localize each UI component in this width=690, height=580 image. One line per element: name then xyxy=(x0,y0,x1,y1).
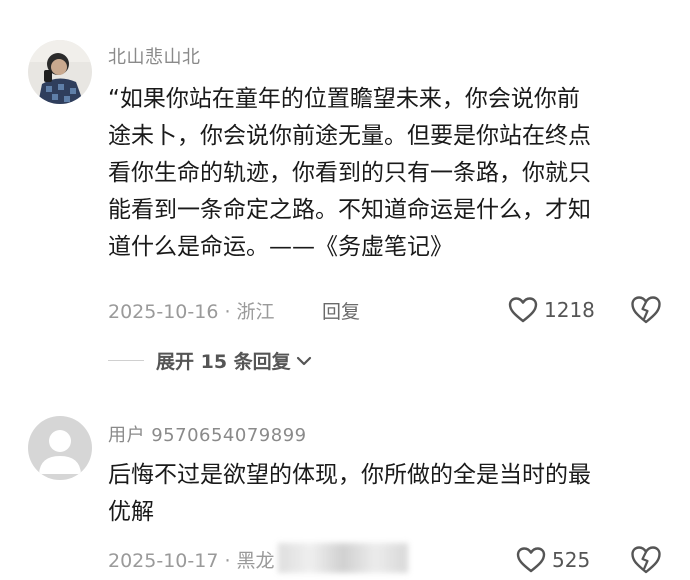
heart-outline-icon xyxy=(508,297,538,323)
user-avatar-icon xyxy=(28,40,92,104)
comment-line: 能看到一条命定之路。不知道命运是什么，才知 xyxy=(108,197,591,223)
username[interactable]: 用户 9570654079899 xyxy=(108,421,307,447)
divider xyxy=(108,360,144,361)
comment-line: 优解 xyxy=(108,499,154,525)
dislike-button[interactable] xyxy=(630,295,662,329)
comment-text: “如果你站在童年的位置瞻望未来，你会说你前 途未卜，你会说你前途无量。但要是你站… xyxy=(108,81,668,266)
like-button[interactable]: 525 xyxy=(516,546,590,574)
broken-heart-icon xyxy=(631,296,661,324)
comment-line: 途未卜，你会说你前途无量。但要是你站在终点 xyxy=(108,123,591,149)
comment-meta: 2025-10-16 · 浙江 xyxy=(108,301,275,323)
comment-meta: 2025-10-17 · 黑龙 xyxy=(108,550,275,572)
chevron-down-icon xyxy=(296,356,311,365)
username[interactable]: 北山悲山北 xyxy=(108,43,201,69)
comment-text: 后悔不过是欲望的体现，你所做的全是当时的最 优解 xyxy=(108,457,668,531)
dislike-button[interactable] xyxy=(630,545,662,579)
broken-heart-icon xyxy=(631,546,661,574)
redacted-area xyxy=(278,543,408,573)
like-button[interactable]: 1218 xyxy=(508,296,595,324)
avatar[interactable] xyxy=(28,40,92,104)
comment-line: 道什么是命运。——《务虚笔记》 xyxy=(108,234,453,260)
like-count: 525 xyxy=(552,548,591,572)
avatar[interactable] xyxy=(28,416,92,480)
expand-replies-label: 展开 15 条回复 xyxy=(156,351,291,373)
comment-line: “如果你站在童年的位置瞻望未来，你会说你前 xyxy=(108,86,580,112)
like-count: 1218 xyxy=(544,298,595,322)
comment-line: 看你生命的轨迹，你看到的只有一条路，你就只 xyxy=(108,160,591,186)
comment-item: 北山悲山北 “如果你站在童年的位置瞻望未来，你会说你前 途未卜，你会说你前途无量… xyxy=(0,0,690,400)
expand-replies-button[interactable]: 展开 15 条回复 xyxy=(108,347,312,374)
heart-outline-icon xyxy=(516,547,546,573)
comment-line: 后悔不过是欲望的体现，你所做的全是当时的最 xyxy=(108,462,591,488)
default-avatar-icon xyxy=(28,416,92,480)
reply-button[interactable]: 回复 xyxy=(322,297,360,324)
